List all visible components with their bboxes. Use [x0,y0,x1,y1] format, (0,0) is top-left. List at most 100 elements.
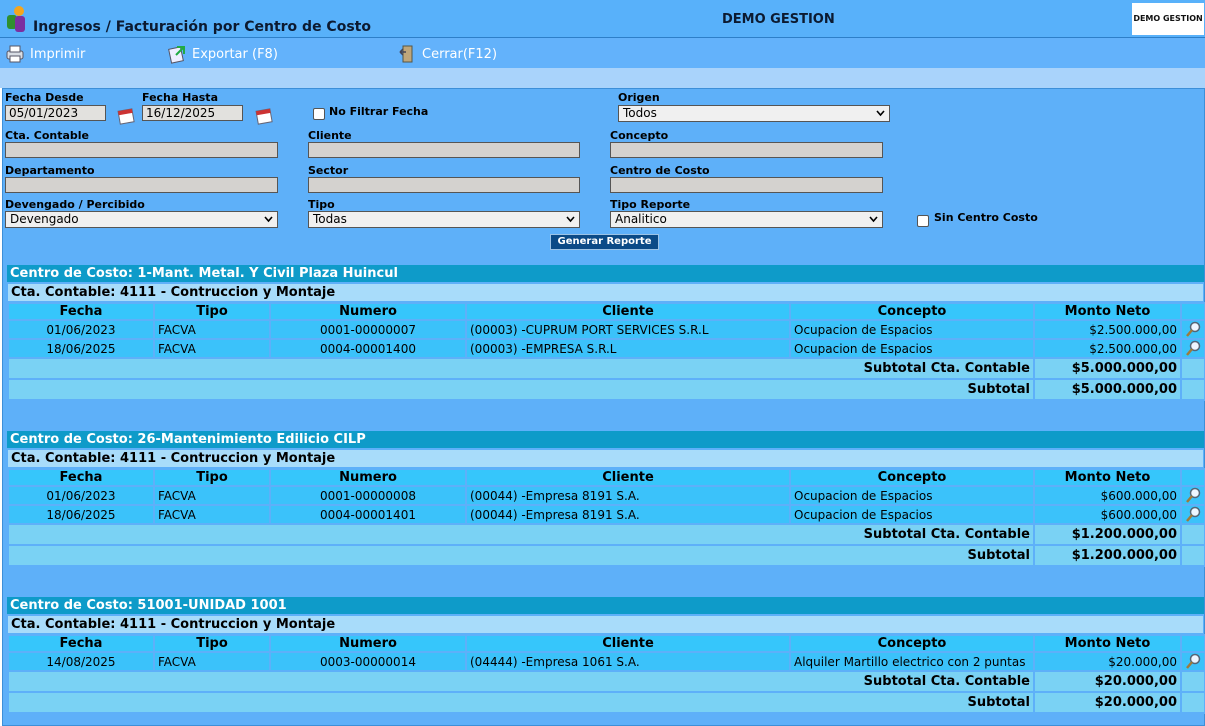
table-header-row: Fecha Tipo Numero Cliente Concepto Monto… [7,302,1205,321]
cell-concepto: Alquiler Martillo electrico con 2 puntas [789,651,1035,672]
generate-report-button[interactable]: Generar Reporte [550,234,659,250]
table-row: 01/06/2023 FACVA 0001-00000007 (00003) -… [7,319,1205,340]
sin-centro-costo-label: Sin Centro Costo [934,211,1038,224]
cell-monto: $600.000,00 [1033,504,1182,525]
fecha-hasta-label: Fecha Hasta [142,91,218,104]
centro-costo-input[interactable] [610,177,883,193]
separator-band [0,68,1205,88]
subtotal-label: Subtotal [7,378,1035,401]
report-table: Fecha Tipo Numero Cliente Concepto Monto… [7,302,1205,401]
devengado-select[interactable]: Devengado [5,211,278,228]
cell-numero: 0001-00000007 [269,319,467,340]
cell-monto: $600.000,00 [1033,485,1182,506]
tipo-label: Tipo [308,198,335,211]
no-filtrar-fecha-checkbox[interactable] [313,108,325,120]
brand-logo: DEMO GESTION [1132,3,1204,35]
fecha-desde-input[interactable]: 05/01/2023 [5,105,106,121]
departamento-input[interactable] [5,177,278,193]
cost-center-header: Centro de Costo: 51001-UNIDAD 1001 [7,597,1204,614]
cell-action [1180,485,1205,506]
cell-numero: 0001-00000008 [269,485,467,506]
subtotal-cta-label: Subtotal Cta. Contable [7,357,1035,380]
subtotal-cta-pad [1180,357,1205,380]
print-button[interactable]: Imprimir [5,44,85,64]
origen-value: Todos [623,106,657,120]
report-table: Fecha Tipo Numero Cliente Concepto Monto… [7,634,1205,714]
magnifier-icon[interactable] [1185,321,1202,338]
cta-contable-label: Cta. Contable [5,129,90,142]
origen-select[interactable]: Todos [618,105,890,122]
subtotal-label: Subtotal [7,691,1035,714]
export-icon [168,46,185,64]
sector-label: Sector [308,164,349,177]
subtotal-label: Subtotal [7,544,1035,567]
calendar-icon[interactable] [254,105,274,125]
col-concepto: Concepto [789,634,1035,653]
subtotal-row: Subtotal $5.000.000,00 [7,378,1205,401]
table-header-row: Fecha Tipo Numero Cliente Concepto Monto… [7,468,1205,487]
origen-label: Origen [618,91,660,104]
subtotal-cta-row: Subtotal Cta. Contable $20.000,00 [7,670,1205,693]
account-header: Cta. Contable: 4111 - Contruccion y Mont… [8,284,1203,301]
col-cliente: Cliente [465,468,791,487]
magnifier-icon[interactable] [1185,340,1202,357]
cell-tipo: FACVA [153,319,271,340]
magnifier-icon[interactable] [1185,506,1202,523]
subtotal-cta-label: Subtotal Cta. Contable [7,523,1035,546]
cell-action [1180,651,1205,672]
subtotal-value: $1.200.000,00 [1033,544,1182,567]
departamento-label: Departamento [5,164,95,177]
report-panel: Fecha Desde 05/01/2023 Fecha Hasta 16/12… [2,88,1205,726]
col-tipo: Tipo [153,468,271,487]
col-action [1180,302,1205,321]
subtotal-row: Subtotal $20.000,00 [7,691,1205,714]
cell-concepto: Ocupacion de Espacios [789,485,1035,506]
cell-concepto: Ocupacion de Espacios [789,319,1035,340]
col-fecha: Fecha [7,302,155,321]
export-button[interactable]: Exportar (F8) [167,44,278,64]
calendar-icon[interactable] [116,105,136,125]
cell-fecha: 18/06/2025 [7,504,155,525]
table-row: 14/08/2025 FACVA 0003-00000014 (04444) -… [7,651,1205,672]
tipo-reporte-value: Analitico [615,212,667,226]
col-numero: Numero [269,302,467,321]
cell-action [1180,504,1205,525]
sin-centro-costo-checkbox[interactable] [917,215,929,227]
tipo-select[interactable]: Todas [308,211,580,228]
sector-input[interactable] [308,177,580,193]
chevron-down-icon [869,216,878,223]
subtotal-cta-value: $5.000.000,00 [1033,357,1182,380]
magnifier-icon[interactable] [1185,653,1202,670]
cell-numero: 0003-00000014 [269,651,467,672]
close-label: Cerrar(F12) [422,46,498,62]
cta-contable-input[interactable] [5,142,278,158]
tipo-reporte-select[interactable]: Analitico [610,211,883,228]
col-tipo: Tipo [153,302,271,321]
cell-fecha: 18/06/2025 [7,338,155,359]
cell-numero: 0004-00001401 [269,504,467,525]
app-header: Ingresos / Facturación por Centro de Cos… [0,0,1205,37]
subtotal-row: Subtotal $1.200.000,00 [7,544,1205,567]
fecha-hasta-input[interactable]: 16/12/2025 [142,105,243,121]
col-action [1180,468,1205,487]
centro-costo-label: Centro de Costo [610,164,710,177]
tipo-value: Todas [313,212,347,226]
subtotal-cta-value: $1.200.000,00 [1033,523,1182,546]
cell-concepto: Ocupacion de Espacios [789,504,1035,525]
report-table: Fecha Tipo Numero Cliente Concepto Monto… [7,468,1205,567]
col-cliente: Cliente [465,302,791,321]
close-button[interactable]: Cerrar(F12) [397,44,497,64]
col-numero: Numero [269,468,467,487]
chevron-down-icon [264,216,273,223]
cell-monto: $2.500.000,00 [1033,319,1182,340]
col-concepto: Concepto [789,468,1035,487]
export-label: Exportar (F8) [192,46,278,62]
magnifier-icon[interactable] [1185,487,1202,504]
chevron-down-icon [566,216,575,223]
cliente-input[interactable] [308,142,580,158]
col-fecha: Fecha [7,634,155,653]
subtotal-cta-row: Subtotal Cta. Contable $1.200.000,00 [7,523,1205,546]
concepto-input[interactable] [610,142,883,158]
subtotal-cta-pad [1180,523,1205,546]
col-monto: Monto Neto [1033,634,1182,653]
